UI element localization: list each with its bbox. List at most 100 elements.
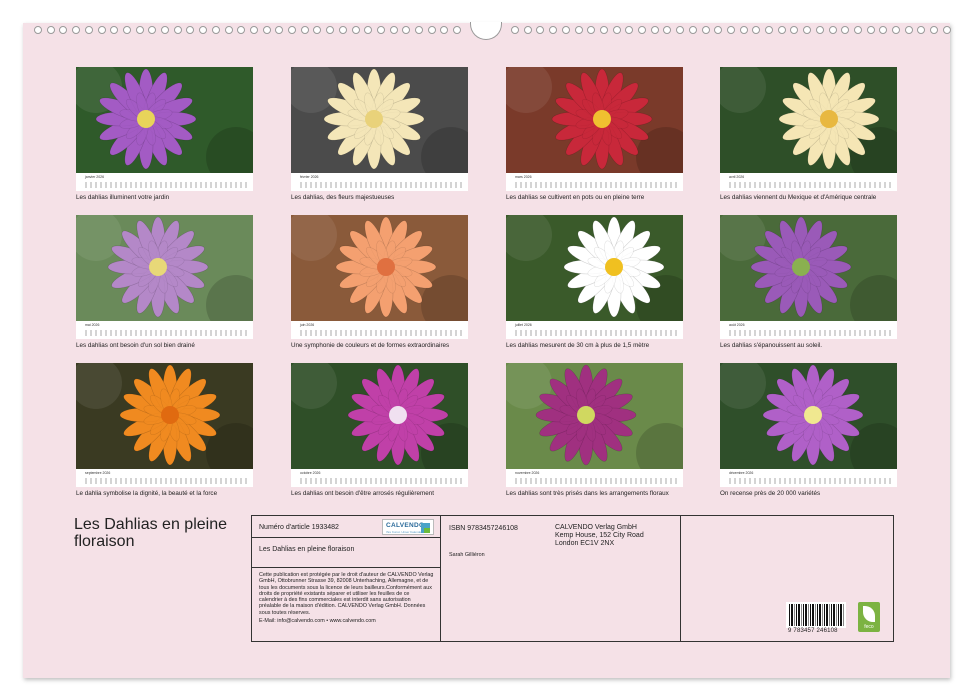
publisher-street: Kemp House, 152 City Road (555, 532, 644, 539)
month-name: janvier 2026 (85, 175, 105, 179)
binding-ring (46, 26, 55, 34)
binding-ring (59, 26, 68, 34)
binding-ring (714, 26, 723, 34)
month-caption: Une symphonie de couleurs et de formes e… (291, 342, 450, 349)
month-caption: Les dahlias ont besoin d'être arrosés ré… (291, 490, 434, 497)
binding-ring (574, 26, 583, 34)
binding-ring (262, 26, 271, 34)
barcode-number: 9 783457 246108 (788, 628, 838, 634)
calvendo-logo: CALVENDO Ihre Kunst. Unser Kalender. (382, 519, 434, 535)
month-juillet: juillet 2026 Les dahlias mesurent de 30 c… (506, 215, 683, 349)
publisher-city: London EC1V 2NX (555, 540, 615, 547)
month-calendar-strip: décembre 2026 (720, 469, 897, 487)
binding-ring (97, 26, 106, 34)
month-photo (720, 215, 897, 321)
month-days-grid (85, 182, 249, 188)
author-name: Sarah Gilliéron (449, 552, 485, 558)
binding-ring (110, 26, 119, 34)
month-days-grid (515, 330, 679, 336)
binding-ring (930, 26, 939, 34)
month-avril: avril 2026 Les dahlias viennent du Mexiqu… (720, 67, 897, 201)
binding-ring (612, 26, 621, 34)
binding-ring (249, 26, 258, 34)
binding-ring (828, 26, 837, 34)
calendar-title: Les Dahlias en pleine floraison (74, 516, 227, 550)
binding-ring (523, 26, 532, 34)
month-days-grid (729, 330, 893, 336)
month-calendar-strip: mars 2026 (506, 173, 683, 191)
binding-ring (726, 26, 735, 34)
binding-ring (942, 26, 951, 34)
binding-ring (453, 26, 462, 34)
binding-ring (549, 26, 558, 34)
month-days-grid (300, 182, 464, 188)
binding-ring (866, 26, 875, 34)
binding-ring (879, 26, 888, 34)
binding-ring (427, 26, 436, 34)
binding-ring (561, 26, 570, 34)
publisher-name: CALVENDO Verlag GmbH (555, 524, 637, 531)
month-name: octobre 2026 (300, 471, 321, 475)
binding-ring (625, 26, 634, 34)
month-mai: mai 2026 Les dahlias ont besoin d'un sol … (76, 215, 253, 349)
month-caption: Les dahlias s'épanouissent au soleil. (720, 342, 823, 349)
month-photo (76, 363, 253, 469)
binding-ring (161, 26, 169, 34)
calvendo-mark-green-icon (424, 528, 430, 533)
month-days-grid (729, 478, 893, 484)
binding-ring (389, 26, 398, 34)
binding-ring (224, 26, 233, 34)
month-calendar-strip: août 2026 (720, 321, 897, 339)
month-photo (506, 215, 683, 321)
month-photo (291, 363, 468, 469)
month-photo (76, 215, 253, 321)
month-calendar-strip: novembre 2026 (506, 469, 683, 487)
month-calendar-strip: juin 2026 (291, 321, 468, 339)
binding-ring (402, 26, 411, 34)
barcode (786, 602, 846, 628)
month-caption: Les dahlias sont très prisés dans les ar… (506, 490, 669, 497)
month-calendar-strip: septembre 2026 (76, 469, 253, 487)
info-title: Les Dahlias en pleine floraison (259, 546, 355, 553)
contact-email: E-Mail: info@calvendo.com • www.calvendo… (259, 618, 376, 624)
month-days-grid (515, 182, 679, 188)
publisher-address: CALVENDO Verlag GmbH Kemp House, 152 Cit… (555, 524, 644, 548)
month-name: août 2026 (729, 323, 745, 327)
copyright-text: Cette publication est protégée par le dr… (259, 572, 434, 616)
month-photo (720, 363, 897, 469)
month-calendar-strip: juillet 2026 (506, 321, 683, 339)
month-calendar-strip: avril 2026 (720, 173, 897, 191)
binding-ring (440, 26, 449, 34)
binding-ring (237, 26, 246, 34)
month-decembre: décembre 2026 On recense près de 20 000 v… (720, 363, 897, 497)
binding-ring (638, 26, 646, 34)
binding-ring (364, 26, 373, 34)
binding-ring (752, 26, 761, 34)
binding-ring (536, 26, 545, 34)
binding-ring (841, 26, 850, 34)
info-column-1: Numéro d'article 1933482 CALVENDO Ihre K… (252, 516, 441, 641)
month-days-grid (85, 478, 249, 484)
calvendo-logo-text: CALVENDO (386, 522, 425, 529)
month-calendar-strip: octobre 2026 (291, 469, 468, 487)
binding-ring (135, 26, 144, 34)
binding-ring (739, 26, 748, 34)
binding-ring (917, 26, 926, 34)
binding-ring (777, 26, 786, 34)
binding-ring (275, 26, 284, 34)
binding-ring (765, 26, 773, 34)
month-caption: Les dahlias viennent du Mexique et d'Amé… (720, 194, 877, 201)
article-number: Numéro d'article 1933482 (259, 524, 339, 531)
binding-ring (326, 26, 335, 34)
month-photo (506, 67, 683, 173)
binding-ring (676, 26, 685, 34)
month-caption: Les dahlias illuminent votre jardin (76, 194, 170, 201)
month-days-grid (85, 330, 249, 336)
month-photo (506, 363, 683, 469)
month-septembre: septembre 2026 Le dahlia symbolise la dig… (76, 363, 253, 497)
binding-ring (650, 26, 659, 34)
month-caption: Le dahlia symbolise la dignité, la beaut… (76, 490, 218, 497)
binding-ring (300, 26, 309, 34)
month-aout: août 2026 Les dahlias s'épanouissent au s… (720, 215, 897, 349)
binding-ring (815, 26, 824, 34)
